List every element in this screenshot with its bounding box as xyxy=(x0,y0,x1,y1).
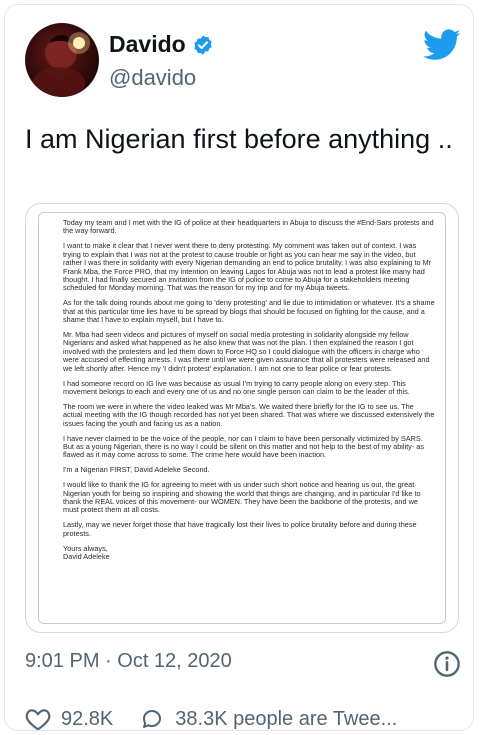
tweet-actions: 92.8K 38.3K people are Twee... xyxy=(25,707,398,730)
twitter-bird-icon[interactable] xyxy=(423,29,461,61)
statement-paragraph: I would like to thank the IG for agreein… xyxy=(63,480,421,515)
statement-closing: Yours always, xyxy=(63,543,108,553)
author-name-row: Davido xyxy=(109,31,214,58)
reply-button[interactable]: 38.3K people are Twee... xyxy=(139,707,398,730)
heart-icon xyxy=(25,709,51,730)
statement-paragraph: I want to make it clear that I never wen… xyxy=(63,241,432,293)
statement-paragraph: Today my team and I met with the IG of p… xyxy=(63,218,434,236)
tweet-timestamp[interactable]: 9:01 PM · Oct 12, 2020 xyxy=(25,650,232,673)
avatar[interactable] xyxy=(25,23,99,97)
like-button[interactable]: 92.8K xyxy=(25,707,114,730)
statement-paragraph: As for the talk doing rounds about me go… xyxy=(63,298,435,325)
reply-count: 38.3K people are Twee... xyxy=(175,707,398,730)
display-name[interactable]: Davido xyxy=(109,31,186,58)
tweet-card: Davido @davido I am Nigerian first befor… xyxy=(4,4,474,731)
statement-document: Today my team and I met with the IG of p… xyxy=(38,212,446,624)
author-handle[interactable]: @davido xyxy=(109,65,196,91)
statement-signature: David Adeleke xyxy=(63,552,110,561)
info-icon[interactable] xyxy=(433,650,461,678)
statement-paragraph: Lastly, may we never forget those that h… xyxy=(63,520,417,538)
statement-paragraph: I have never claimed to be the voice of … xyxy=(63,433,424,460)
statement-paragraph: I had someone record on IG live was beca… xyxy=(63,378,410,396)
verified-badge-icon xyxy=(193,34,212,55)
comment-icon xyxy=(143,710,162,728)
like-count: 92.8K xyxy=(61,707,114,730)
statement-paragraph: I'm a Nigerian FIRST, David Adeleke Seco… xyxy=(63,465,210,475)
tweet-image[interactable]: Today my team and I met with the IG of p… xyxy=(25,203,459,633)
statement-paragraph: Mr. Mba had seen videos and pictures of … xyxy=(63,329,430,373)
statement-paragraph: The room we were in where the video leak… xyxy=(63,401,435,428)
tweet-text: I am Nigerian first before anything .. xyxy=(25,124,453,154)
avatar-photo xyxy=(33,32,90,97)
